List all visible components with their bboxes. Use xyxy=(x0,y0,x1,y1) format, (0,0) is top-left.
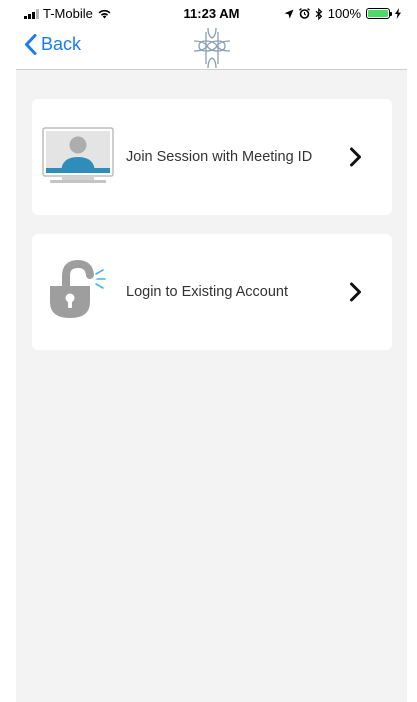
alarm-icon xyxy=(298,8,310,19)
join-session-option[interactable]: Join Session with Meeting ID xyxy=(32,99,392,215)
login-option[interactable]: Login to Existing Account xyxy=(32,234,392,350)
charging-bolt-icon xyxy=(395,8,401,19)
status-right: 100% xyxy=(284,6,401,21)
monitor-user-icon xyxy=(42,127,114,183)
bluetooth-icon xyxy=(315,7,323,20)
app-screen: T-Mobile 11:23 AM 100% Back Join Session… xyxy=(16,0,407,702)
navigation-bar: Back xyxy=(16,26,407,70)
chevron-right-icon xyxy=(350,147,361,167)
battery-percent: 100% xyxy=(327,6,361,21)
chevron-left-icon xyxy=(25,34,37,55)
back-button[interactable]: Back xyxy=(24,34,81,55)
battery-icon xyxy=(366,8,392,19)
unlocked-padlock-icon xyxy=(50,259,106,318)
login-label: Login to Existing Account xyxy=(126,284,289,300)
back-label: Back xyxy=(41,34,82,54)
status-bar: T-Mobile 11:23 AM 100% xyxy=(16,0,407,26)
chevron-right-icon xyxy=(350,282,361,302)
knot-logo-icon xyxy=(193,27,231,69)
location-arrow-icon xyxy=(284,9,294,18)
join-session-label: Join Session with Meeting ID xyxy=(126,149,313,165)
